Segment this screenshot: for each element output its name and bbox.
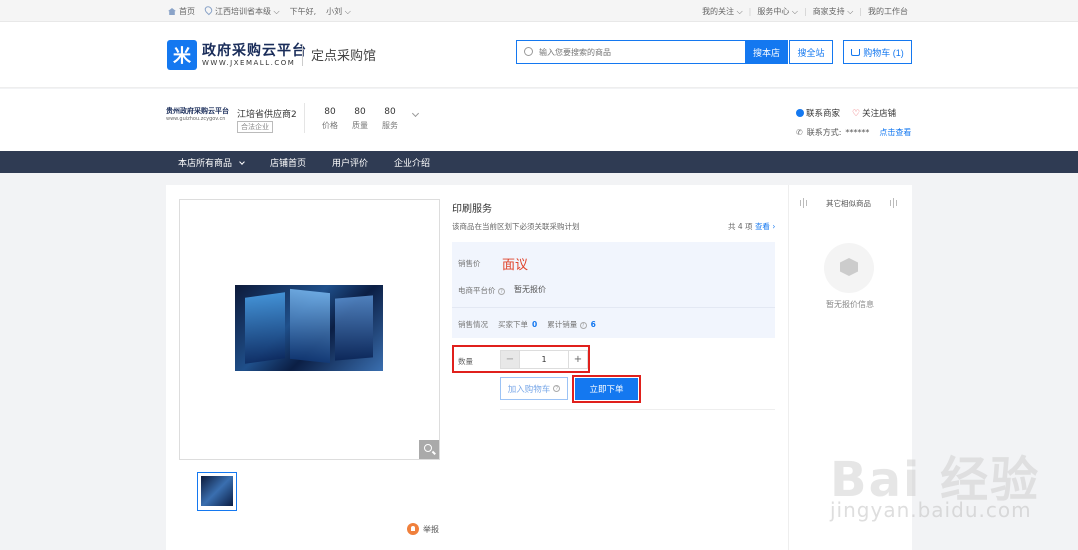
- my-workbench-link[interactable]: 我的工作台: [868, 6, 908, 17]
- search-icon: [524, 47, 533, 56]
- decor-bars-icon: [800, 198, 810, 208]
- store-badge: 合法企业: [237, 121, 273, 133]
- score-quality: 80 质量: [352, 107, 368, 130]
- chevron-down-icon[interactable]: [411, 109, 420, 118]
- product-title: 印刷服务: [452, 204, 492, 215]
- nav-reviews[interactable]: 用户评价: [332, 156, 368, 169]
- report-link[interactable]: 举报: [407, 523, 439, 535]
- divider: |: [859, 7, 862, 16]
- product-thumbnail[interactable]: [197, 472, 237, 511]
- contact-seller-button[interactable]: 联系商家: [796, 107, 840, 119]
- reference-price-value: 暂无报价: [514, 285, 546, 294]
- location-selector[interactable]: 江西培训省本级 ⌵: [203, 4, 280, 17]
- service-center-link[interactable]: 服务中心 ⌵: [757, 6, 798, 17]
- watermark-url: jingyan.baidu.com: [830, 498, 1032, 522]
- cart-icon: [851, 48, 861, 56]
- report-icon: [407, 523, 419, 535]
- location-pin-icon: [203, 4, 214, 16]
- empty-message: 暂无报价信息: [826, 300, 874, 309]
- heart-icon: ♡: [852, 109, 861, 119]
- divider: [500, 409, 775, 410]
- search-box: [516, 40, 746, 64]
- price-label: 销售价: [458, 259, 481, 268]
- section-title: 定点采购馆: [311, 49, 377, 64]
- view-contact-link[interactable]: 点击查看: [879, 127, 911, 138]
- store-info-bar: 贵州政府采购云平台 www.guizhou.zcygov.cn 江培省供应商2 …: [0, 89, 1078, 151]
- site-header: 米 政府采购云平台 WWW.JXEMALL.COM 定点采购馆 搜本店 搜全站 …: [0, 22, 1078, 88]
- empty-box-icon: [824, 243, 874, 293]
- help-icon: ?: [553, 385, 561, 392]
- quantity-input[interactable]: 1: [520, 350, 568, 369]
- home-link[interactable]: 首页: [168, 6, 195, 17]
- logo-icon[interactable]: 米: [167, 40, 197, 70]
- greeting: 下午好,: [289, 7, 317, 16]
- user-menu[interactable]: 小刘 ⌵: [326, 6, 351, 17]
- sales-info: 销售情况 买家下单 0 累计销量 ? 6: [458, 320, 596, 329]
- store-logo-url: www.guizhou.zcygov.cn: [166, 116, 226, 122]
- my-follow-link[interactable]: 我的关注 ⌵: [702, 6, 743, 17]
- store-nav: 本店所有商品 店铺首页 用户评价 企业介绍: [0, 151, 1078, 173]
- follow-store-button[interactable]: ♡ 关注店铺: [852, 107, 896, 119]
- nav-all-products[interactable]: 本店所有商品: [178, 156, 245, 169]
- quantity-label: 数量: [458, 357, 473, 366]
- home-icon: [168, 8, 176, 15]
- cart-button[interactable]: 购物车 (1): [843, 40, 912, 64]
- product-note: 该商品在当前区划下必须关联采购计划: [452, 222, 580, 231]
- page: 首页 江西培训省本级 ⌵ 下午好, 小刘 ⌵ 我的关注 ⌵ | 服务中心 ⌵ |…: [0, 0, 1078, 550]
- logo-title[interactable]: 政府采购云平台: [202, 40, 307, 60]
- logo-url: WWW.JXEMALL.COM: [202, 59, 296, 67]
- quantity-increase-button[interactable]: +: [568, 350, 588, 369]
- contact-info: ✆ 联系方式: ****** 点击查看: [796, 127, 912, 138]
- merchant-support-link[interactable]: 商家支持 ⌵: [813, 6, 854, 17]
- help-icon[interactable]: ?: [579, 322, 587, 329]
- store-logo[interactable]: 贵州政府采购云平台: [166, 106, 229, 116]
- view-items-link[interactable]: 查看 ›: [755, 222, 775, 231]
- reference-price-label: 电商平台价 ?: [458, 285, 505, 296]
- divider: [302, 44, 303, 66]
- buy-now-button[interactable]: 立即下单: [575, 378, 638, 400]
- chat-icon: [796, 109, 804, 117]
- top-bar: 首页 江西培训省本级 ⌵ 下午好, 小刘 ⌵ 我的关注 ⌵ | 服务中心 ⌵ |…: [0, 0, 1078, 22]
- buyer-orders: 买家下单 0: [498, 320, 538, 329]
- divider: [452, 307, 775, 308]
- nav-store-home[interactable]: 店铺首页: [270, 156, 306, 169]
- product-image[interactable]: [235, 285, 383, 371]
- score-service: 80 服务: [382, 107, 398, 130]
- quantity-decrease-button[interactable]: −: [500, 350, 520, 369]
- divider: [304, 103, 305, 133]
- search-all-button[interactable]: 搜全站: [789, 40, 833, 64]
- divider: |: [803, 7, 807, 16]
- item-count: 共 4 项 查看 ›: [728, 222, 776, 231]
- zoom-icon[interactable]: [419, 440, 439, 459]
- score-price: 80 价格: [322, 107, 338, 130]
- decor-bars-icon: [890, 198, 900, 208]
- chevron-down-icon: [239, 159, 245, 165]
- phone-icon: ✆: [796, 128, 803, 137]
- search-input[interactable]: [539, 43, 739, 61]
- help-icon[interactable]: ?: [497, 288, 505, 295]
- store-actions: 联系商家 ♡ 关注店铺: [796, 107, 896, 119]
- nav-company-intro[interactable]: 企业介绍: [394, 156, 430, 169]
- total-sales: 累计销量 ? 6: [547, 320, 596, 329]
- price-value: 面议: [502, 258, 529, 273]
- add-to-cart-button[interactable]: 加入购物车 ?: [500, 377, 568, 400]
- store-name[interactable]: 江培省供应商2: [237, 107, 297, 120]
- search-store-button[interactable]: 搜本店: [745, 40, 788, 64]
- similar-products-title: 其它相似商品: [826, 199, 871, 208]
- divider: |: [748, 7, 752, 16]
